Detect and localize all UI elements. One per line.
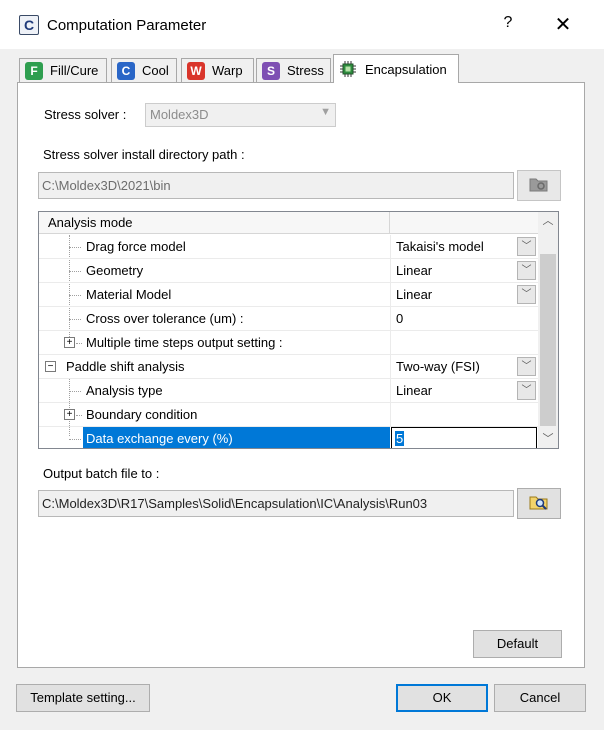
app-icon: C xyxy=(19,15,39,35)
tab-stress[interactable]: S Stress xyxy=(256,58,331,82)
tab-label: Encapsulation xyxy=(365,61,447,77)
chip-icon xyxy=(339,60,357,78)
window-title: Computation Parameter xyxy=(47,17,207,34)
encapsulation-panel xyxy=(17,82,585,668)
ok-button[interactable]: OK xyxy=(396,684,488,712)
warp-icon: W xyxy=(187,61,205,80)
tab-cool[interactable]: C Cool xyxy=(111,58,177,82)
tab-warp[interactable]: W Warp xyxy=(181,58,254,82)
tab-label: Stress xyxy=(287,63,324,78)
help-button[interactable]: ? xyxy=(498,14,518,32)
close-button[interactable]: ✕ xyxy=(552,12,574,37)
title-bar: C Computation Parameter ? ✕ xyxy=(0,0,604,50)
tab-label: Cool xyxy=(142,63,169,78)
fill-cure-icon: F xyxy=(25,61,43,80)
stress-icon: S xyxy=(262,61,280,80)
tab-label: Fill/Cure xyxy=(50,63,99,78)
cancel-button[interactable]: Cancel xyxy=(494,684,586,712)
tab-fill-cure[interactable]: F Fill/Cure xyxy=(19,58,107,82)
tab-label: Warp xyxy=(212,63,243,78)
tab-encapsulation[interactable]: Encapsulation xyxy=(333,54,459,83)
cool-icon: C xyxy=(117,61,135,80)
template-setting-button[interactable]: Template setting... xyxy=(16,684,150,712)
